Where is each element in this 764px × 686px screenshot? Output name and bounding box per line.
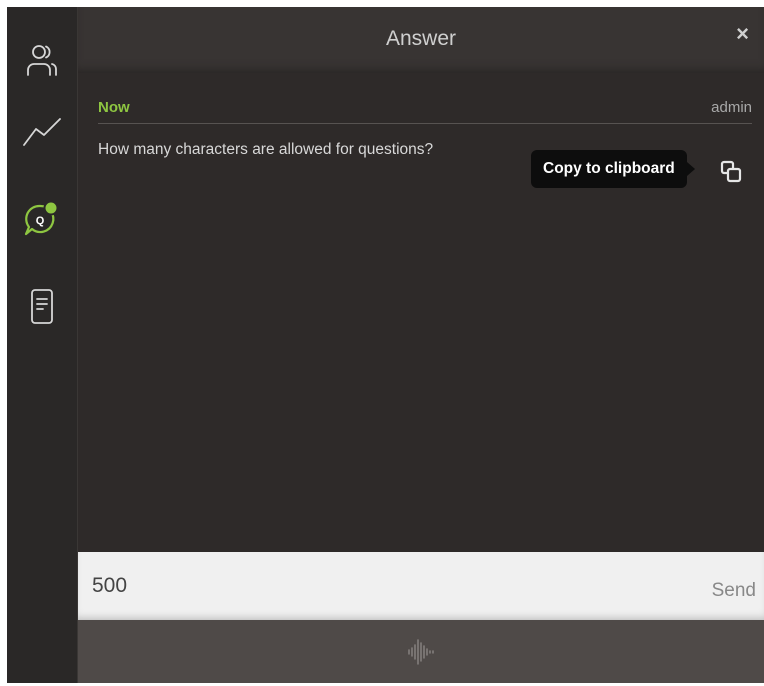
- composer: Send: [78, 552, 764, 620]
- sidebar-item-analytics[interactable]: [7, 115, 77, 149]
- main-area: Answer × Now admin How many characters a…: [78, 7, 764, 683]
- close-button[interactable]: ×: [736, 21, 749, 47]
- message-author: admin: [711, 99, 752, 116]
- answer-input[interactable]: [92, 574, 652, 598]
- chart-line-icon: [23, 118, 61, 146]
- answer-panel: Q Answer × Now admin How many characters…: [7, 7, 764, 683]
- sidebar: Q: [7, 7, 78, 683]
- send-button[interactable]: Send: [712, 580, 756, 602]
- sidebar-item-qa[interactable]: Q: [7, 200, 77, 242]
- message-text: How many characters are allowed for ques…: [98, 141, 434, 158]
- sidebar-item-documents[interactable]: [7, 287, 77, 327]
- sidebar-item-users[interactable]: [7, 43, 77, 77]
- svg-text:Q: Q: [36, 215, 45, 227]
- footer: [78, 620, 764, 683]
- document-icon: [31, 289, 53, 324]
- header: Answer ×: [78, 7, 764, 73]
- message-time: Now: [98, 99, 130, 116]
- users-icon: [27, 45, 57, 76]
- copy-tooltip: Copy to clipboard: [531, 150, 695, 188]
- status-badge: [43, 200, 59, 216]
- page-title: Answer: [385, 27, 457, 50]
- message-meta: Now admin: [98, 99, 752, 124]
- voice-input-button[interactable]: [401, 638, 441, 666]
- copy-to-clipboard-button[interactable]: [718, 159, 744, 185]
- copy-icon: [720, 160, 742, 183]
- sound-wave-icon: [408, 639, 434, 665]
- qa-chat-icon: Q: [24, 200, 59, 236]
